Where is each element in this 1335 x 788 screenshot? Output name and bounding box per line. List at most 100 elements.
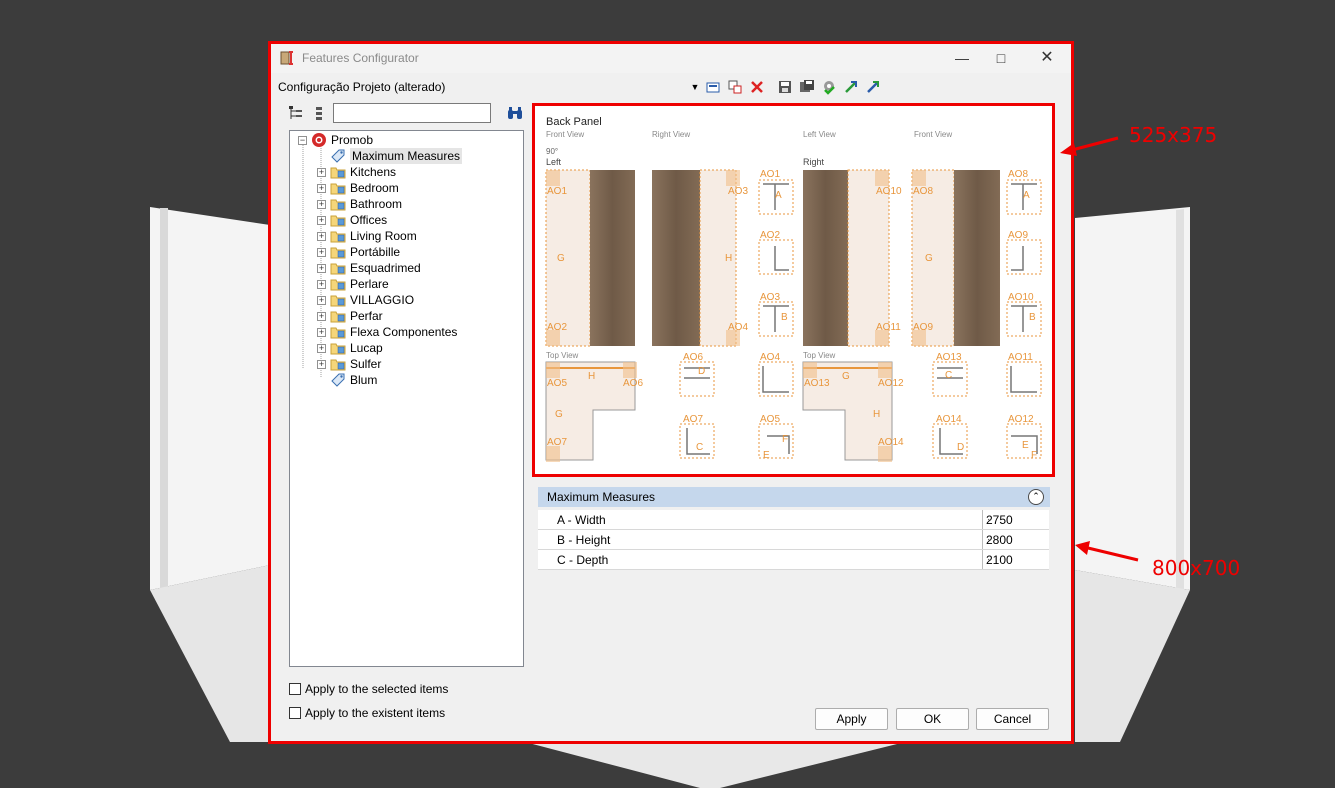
tree-item[interactable]: + Living Room <box>317 228 417 244</box>
expand-toggle[interactable]: + <box>317 263 326 273</box>
settings-check-icon[interactable] <box>820 78 838 96</box>
tree-item[interactable]: + Lucap <box>317 340 383 356</box>
tree-item[interactable]: + Portábille <box>317 244 400 260</box>
label-ao7-detail: AO7 <box>683 414 703 425</box>
expand-toggle[interactable]: + <box>317 295 326 305</box>
width-value-select[interactable]: 2750 ⌄ <box>982 510 1049 529</box>
toolbar: ▼ <box>690 77 882 97</box>
tree-item-label: Flexa Componentes <box>350 325 458 339</box>
apply-selected-checkbox[interactable] <box>289 683 301 695</box>
label-b-2: B <box>1029 312 1036 323</box>
tree-item[interactable]: + Perfar <box>317 308 383 324</box>
tree-item[interactable]: + Kitchens <box>317 164 396 180</box>
maximum-measures-section-header[interactable]: Maximum Measures ⌃ <box>538 487 1050 507</box>
window-size-annotation: 800x700 <box>1152 556 1241 580</box>
label-ao8-detail: AO8 <box>1008 169 1028 180</box>
save-icon[interactable] <box>776 78 794 96</box>
label-d-1: D <box>698 366 705 377</box>
expand-toggle[interactable]: + <box>317 183 326 193</box>
panel-3-wood <box>803 170 848 346</box>
expand-toggle[interactable]: + <box>317 247 326 257</box>
front-view-label-2: Front View <box>914 130 952 139</box>
label-ao14-detail: AO14 <box>936 414 962 425</box>
label-h-top: H <box>588 371 595 382</box>
tree-search-input[interactable] <box>333 103 491 123</box>
binoculars-icon[interactable] <box>506 104 524 122</box>
tree-item[interactable]: + Bathroom <box>317 196 402 212</box>
save-all-icon[interactable] <box>798 78 816 96</box>
new-config-icon[interactable] <box>704 78 722 96</box>
maximize-button[interactable]: □ <box>991 48 1011 68</box>
left-side-label: Left <box>546 157 562 167</box>
label-ao13: AO13 <box>804 378 830 389</box>
minimize-button[interactable]: — <box>952 48 972 68</box>
marker-ao3 <box>726 170 740 186</box>
ok-button[interactable]: OK <box>896 708 969 730</box>
label-d-2: D <box>957 442 964 453</box>
expand-toggle[interactable]: + <box>317 215 326 225</box>
apply-existent-checkbox[interactable] <box>289 707 301 719</box>
expand-toggle[interactable]: + <box>317 327 326 337</box>
chevron-down-icon: ⌄ <box>986 513 994 523</box>
expand-toggle[interactable]: + <box>317 231 326 241</box>
promob-logo-icon <box>312 133 326 147</box>
marker-ao14 <box>878 446 892 462</box>
window-title: Features Configurator <box>302 51 419 65</box>
tree-item[interactable]: + Bedroom <box>317 180 399 196</box>
close-button[interactable]: ✕ <box>1037 48 1057 68</box>
cancel-button[interactable]: Cancel <box>976 708 1049 730</box>
tree-item[interactable]: Maximum Measures <box>330 148 463 164</box>
feature-tree[interactable]: − Promob Maximum Measures + Kitchens + Bedro… <box>289 130 524 667</box>
height-value-select[interactable]: 2800 ⌄ <box>982 530 1049 549</box>
angle-label: 90° <box>546 147 558 156</box>
tree-root-promob[interactable]: − Promob <box>298 132 373 148</box>
label-g-top: G <box>555 409 563 420</box>
label-ao10-detail: AO10 <box>1008 292 1034 303</box>
expand-toggle[interactable]: + <box>317 167 326 177</box>
label-ao6-top: AO6 <box>623 378 643 389</box>
tree-item-label: Perlare <box>350 277 389 291</box>
label-ao8: AO8 <box>913 186 933 197</box>
folder-icon <box>330 215 346 227</box>
tree-item[interactable]: + VILLAGGIO <box>317 292 414 308</box>
property-name: C - Depth <box>557 553 609 567</box>
tree-item-label: Maximum Measures <box>350 148 463 164</box>
collapse-section-icon[interactable]: ⌃ <box>1028 489 1044 505</box>
export-icon[interactable] <box>864 78 882 96</box>
label-f-1: F <box>782 434 788 445</box>
apply-existent-option[interactable]: Apply to the existent items <box>289 706 445 720</box>
tree-item[interactable]: + Offices <box>317 212 387 228</box>
expand-toggle[interactable]: + <box>317 359 326 369</box>
expand-toggle[interactable]: + <box>317 311 326 321</box>
expand-tree-icon[interactable] <box>288 105 304 121</box>
expand-toggle[interactable]: + <box>317 279 326 289</box>
tree-item[interactable]: + Flexa Componentes <box>317 324 457 340</box>
collapse-toggle[interactable]: − <box>298 135 307 145</box>
tree-item-label: Bathroom <box>350 197 403 211</box>
folder-icon <box>330 199 346 211</box>
dropdown-arrow-icon[interactable]: ▼ <box>690 82 700 92</box>
tree-item[interactable]: Blum <box>330 372 377 388</box>
collapse-tree-icon[interactable] <box>312 105 328 121</box>
marker-ao10 <box>875 170 889 186</box>
property-name: B - Height <box>557 533 611 547</box>
delete-icon[interactable] <box>748 78 766 96</box>
folder-icon <box>330 311 346 323</box>
top-view-label-2: Top View <box>803 351 836 360</box>
expand-toggle[interactable]: + <box>317 343 326 353</box>
tree-item-label: Sulfer <box>350 357 382 371</box>
folder-icon <box>330 279 346 291</box>
apply-selected-option[interactable]: Apply to the selected items <box>289 682 448 696</box>
tree-item[interactable]: + Perlare <box>317 276 389 292</box>
folder-icon <box>330 247 346 259</box>
expand-toggle[interactable]: + <box>317 199 326 209</box>
depth-value-select[interactable]: 2100 ⌄ <box>982 550 1049 569</box>
tree-item[interactable]: + Esquadrimed <box>317 260 421 276</box>
apply-button[interactable]: Apply <box>815 708 888 730</box>
label-ao9: AO9 <box>913 322 933 333</box>
tree-item[interactable]: + Sulfer <box>317 356 381 372</box>
copy-config-icon[interactable] <box>726 78 744 96</box>
import-icon[interactable] <box>842 78 860 96</box>
diagram-title: Back Panel <box>546 116 602 128</box>
preview-panel: Back Panel Front View Right View Left Vi… <box>532 103 1055 477</box>
